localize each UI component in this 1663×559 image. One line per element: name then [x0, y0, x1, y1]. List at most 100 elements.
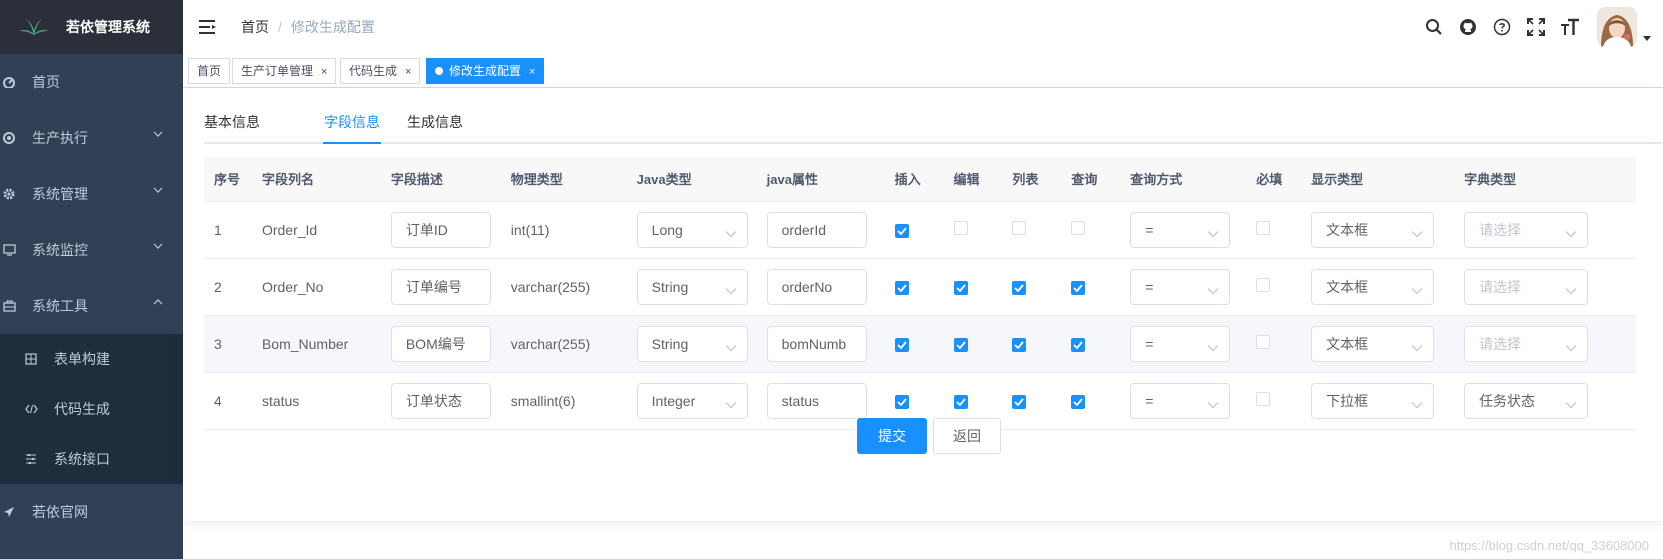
breadcrumb-separator: / — [278, 19, 282, 35]
menu-item-home[interactable]: 首页 — [0, 54, 183, 110]
insert-checkbox[interactable] — [894, 280, 909, 295]
java-field-input[interactable]: bomNumb — [766, 325, 867, 362]
tag-edit-gen-config[interactable]: 修改生成配置 × — [426, 58, 545, 84]
dashboard-icon — [2, 76, 16, 88]
fullscreen-icon[interactable] — [1525, 16, 1547, 38]
column-comment-input[interactable]: 订单状态 — [390, 382, 491, 419]
tag-production-order[interactable]: 生产订单管理 × — [232, 58, 337, 84]
column-comment-input[interactable]: BOM编号 — [390, 325, 491, 362]
submenu-item-swagger[interactable]: 系统接口 — [0, 434, 183, 484]
sliders-icon — [24, 453, 38, 465]
chevron-down-icon — [1411, 396, 1423, 412]
menu-item-tools[interactable]: 系统工具 — [0, 278, 183, 334]
html-type-select[interactable]: 下拉框 — [1311, 382, 1435, 419]
required-checkbox[interactable] — [1256, 278, 1271, 292]
required-checkbox[interactable] — [1256, 392, 1271, 406]
breadcrumb-home[interactable]: 首页 — [241, 19, 269, 35]
java-type-select[interactable]: Integer — [636, 382, 748, 419]
close-icon[interactable]: × — [529, 66, 535, 78]
submit-button[interactable]: 提交 — [857, 418, 927, 454]
required-checkbox[interactable] — [1256, 335, 1271, 349]
tab-basic-info[interactable]: 基本信息 — [204, 112, 260, 132]
query-checkbox[interactable] — [1071, 337, 1086, 352]
physical-type: int(11) — [510, 221, 550, 238]
search-icon[interactable] — [1423, 16, 1445, 38]
list-checkbox[interactable] — [1012, 394, 1027, 409]
html-type-select[interactable]: 文本框 — [1311, 211, 1435, 248]
monitor-icon — [2, 244, 16, 256]
insert-checkbox[interactable] — [894, 394, 909, 409]
menu-item-production[interactable]: 生产执行 — [0, 110, 183, 166]
html-type-select[interactable]: 文本框 — [1311, 325, 1435, 362]
insert-checkbox[interactable] — [894, 337, 909, 352]
list-checkbox[interactable] — [1012, 221, 1027, 235]
query-checkbox[interactable] — [1071, 394, 1086, 409]
java-type-select[interactable]: Long — [636, 211, 748, 248]
column-comment-input[interactable]: 订单ID — [390, 211, 491, 248]
column-name: Order_Id — [261, 221, 318, 238]
column-header: 物理类型 — [500, 157, 627, 202]
java-type-select[interactable]: String — [636, 325, 748, 362]
chevron-down-icon — [1565, 282, 1577, 298]
java-field-input[interactable]: orderId — [766, 211, 867, 248]
tag-code-gen[interactable]: 代码生成 × — [340, 58, 421, 84]
edit-checkbox[interactable] — [953, 394, 968, 409]
menu-item-system[interactable]: 系统管理 — [0, 166, 183, 222]
submenu-item-code-gen[interactable]: 代码生成 — [0, 384, 183, 434]
select-value: = — [1145, 392, 1154, 409]
menu-item-ruoyi-site[interactable]: 若依官网 — [0, 484, 183, 540]
list-checkbox[interactable] — [1012, 337, 1027, 352]
tag-home[interactable]: 首页 — [188, 58, 231, 84]
dict-type-select[interactable]: 请选择 — [1464, 325, 1589, 362]
query-type-select[interactable]: = — [1130, 211, 1231, 248]
tools-submenu: 表单构建 代码生成 系统接口 — [0, 334, 183, 484]
edit-checkbox[interactable] — [953, 221, 968, 235]
close-icon[interactable]: × — [405, 66, 411, 78]
chevron-down-icon — [725, 225, 737, 241]
code-icon — [24, 404, 38, 414]
query-type-select[interactable]: = — [1130, 382, 1231, 419]
java-type-select[interactable]: String — [636, 268, 748, 305]
list-checkbox[interactable] — [1012, 280, 1027, 295]
dict-type-select[interactable]: 任务状态 — [1464, 382, 1589, 419]
menu-item-monitor[interactable]: 系统监控 — [0, 222, 183, 278]
html-type-select[interactable]: 文本框 — [1311, 268, 1435, 305]
edit-checkbox[interactable] — [953, 337, 968, 352]
hamburger-icon[interactable] — [199, 19, 217, 35]
back-button[interactable]: 返回 — [933, 418, 1001, 454]
tab-gen-info[interactable]: 生成信息 — [407, 112, 463, 132]
column-header: java属性 — [756, 157, 885, 202]
chevron-down-icon — [1565, 225, 1577, 241]
chevron-up-icon — [153, 299, 163, 305]
help-icon[interactable] — [1491, 16, 1513, 38]
avatar[interactable] — [1597, 7, 1637, 47]
select-value: 文本框 — [1326, 221, 1369, 238]
row-number: 2 — [214, 278, 222, 295]
select-value: 任务状态 — [1479, 392, 1536, 409]
column-comment-input[interactable]: 订单编号 — [390, 268, 491, 305]
query-type-select[interactable]: = — [1130, 268, 1231, 305]
chevron-down-icon — [153, 131, 163, 137]
tabs: 基本信息 字段信息 生成信息 — [204, 88, 1662, 144]
select-value: 请选择 — [1479, 278, 1522, 295]
java-field-input[interactable]: status — [766, 382, 867, 419]
query-checkbox[interactable] — [1071, 280, 1086, 295]
query-type-select[interactable]: = — [1130, 325, 1231, 362]
edit-checkbox[interactable] — [953, 280, 968, 295]
logo-icon — [19, 19, 49, 35]
insert-checkbox[interactable] — [894, 223, 909, 238]
submenu-item-form-build[interactable]: 表单构建 — [0, 334, 183, 384]
java-field-input[interactable]: orderNo — [766, 268, 867, 305]
github-icon[interactable] — [1457, 16, 1479, 38]
font-size-icon[interactable] — [1559, 16, 1581, 38]
dict-type-select[interactable]: 请选择 — [1464, 211, 1589, 248]
required-checkbox[interactable] — [1256, 221, 1271, 235]
table-body: 1 Order_Id 订单ID int(11) Long orderId = 文本框 请选择 2 O… — [204, 201, 1636, 430]
close-icon[interactable]: × — [321, 66, 327, 78]
dict-type-select[interactable]: 请选择 — [1464, 268, 1589, 305]
tab-field-info[interactable]: 字段信息 — [324, 112, 380, 132]
caret-down-icon[interactable] — [1643, 35, 1651, 41]
column-header: Java类型 — [626, 157, 757, 202]
query-checkbox[interactable] — [1071, 221, 1086, 235]
sidebar-logo[interactable]: 若依管理系统 — [0, 0, 183, 54]
